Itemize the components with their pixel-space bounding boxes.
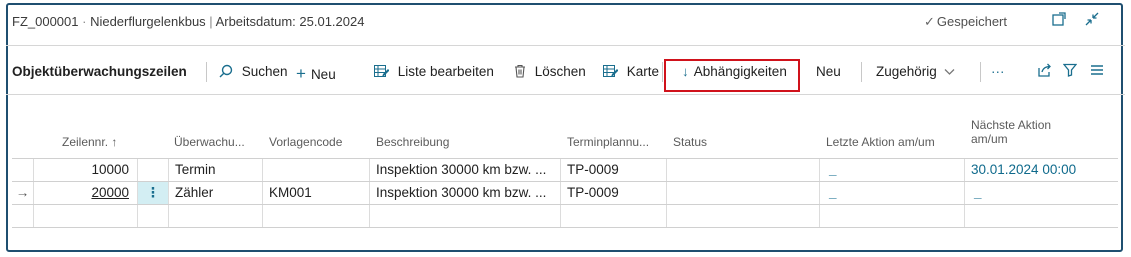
vehicle-name: Niederflurgelenkbus [90,14,206,29]
dependencies-label: Abhängigkeiten [693,64,787,79]
open-new-window-icon[interactable] [1052,12,1066,29]
action-bar: Objektüberwachungszeilen Suchen + Neu Lis… [0,52,1131,92]
monitoring-cell[interactable]: Zähler [169,182,263,204]
line-no-cell[interactable]: 10000 [34,159,138,181]
row-divider [12,227,1118,228]
last-action-cell[interactable]: _ [820,159,965,181]
column-header-last-action[interactable]: Letzte Aktion am/um [826,135,935,149]
column-header-monitoring[interactable]: Überwachu... [174,135,245,149]
search-label: Suchen [241,64,288,79]
filter-icon[interactable] [1062,63,1078,81]
edit-list-button[interactable]: Liste bearbeiten [374,64,494,79]
trash-icon [514,64,530,79]
share-icon[interactable] [1037,63,1052,81]
empty-cell[interactable] [561,205,667,227]
status-cell[interactable] [667,182,820,204]
delete-label: Löschen [534,64,586,79]
card-button[interactable]: Karte [603,64,659,79]
new-secondary-button[interactable]: Neu [816,64,841,79]
workdate-label: Arbeitsdatum: 25.01.2024 [215,14,365,29]
section-title: Objektüberwachungszeilen [12,64,187,79]
edit-list-label: Liste bearbeiten [397,64,494,79]
delete-button[interactable]: Löschen [514,64,586,79]
empty-cell[interactable] [138,205,169,227]
empty-cell[interactable] [169,205,263,227]
empty-cell [12,205,34,227]
checkmark-icon: ✓ [924,14,935,29]
line-no-cell[interactable]: 20000 [34,182,138,204]
collapse-icon[interactable] [1085,12,1099,29]
column-header-line-no[interactable]: Zeilennr. ↑ [62,135,117,149]
column-header-next-action[interactable]: Nächste Aktion am/um [971,118,1051,146]
list-view-icon[interactable] [1090,63,1104,80]
template-cell[interactable]: KM001 [263,182,370,204]
bar-divider [206,62,207,82]
empty-cell[interactable] [820,205,965,227]
saved-status: ✓ Gespeichert [924,14,1007,30]
related-label: Zugehörig [876,64,937,79]
title-pipe: | [205,14,216,29]
bar-divider [980,62,981,82]
description-cell[interactable]: Inspektion 30000 km bzw. ... [370,182,561,204]
search-button[interactable]: Suchen [219,64,288,79]
edit-list-icon [374,64,393,79]
next-action-cell[interactable]: 30.01.2024 00:00 [965,159,1118,181]
last-action-cell[interactable]: _ [820,182,965,204]
column-header-schedule[interactable]: Terminplannu... [567,135,649,149]
empty-cell[interactable] [263,205,370,227]
table-row[interactable]: 10000 Termin Inspektion 30000 km bzw. ..… [12,159,1118,181]
row-marker [12,159,34,181]
related-menu[interactable]: Zugehörig [876,64,955,79]
schedule-cell[interactable]: TP-0009 [561,182,667,204]
next-action-header-line2: am/um [971,132,1008,146]
table-row-empty[interactable] [12,205,1118,227]
actionbar-divider [6,94,1125,95]
table-row[interactable]: → 20000 ⋮ Zähler KM001 Inspektion 30000 … [12,182,1118,204]
page-title: FZ_000001 · Niederflurgelenkbus | Arbeit… [12,14,364,29]
column-header-status[interactable]: Status [673,135,707,149]
dependencies-button[interactable]: ↓ Abhängigkeiten [682,64,787,79]
empty-cell[interactable] [370,205,561,227]
row-actions-menu-icon[interactable]: ⋮ [138,182,169,204]
monitoring-cell[interactable]: Termin [169,159,263,181]
column-header-template[interactable]: Vorlagencode [269,135,342,149]
card-label: Karte [626,64,660,79]
empty-cell[interactable] [667,205,820,227]
title-separator: · [78,14,91,29]
plus-icon: + [296,64,306,83]
new-button[interactable]: + Neu [296,64,336,84]
bar-divider [861,62,862,82]
vehicle-id: FZ_000001 [12,14,79,29]
description-cell[interactable]: Inspektion 30000 km bzw. ... [370,159,561,181]
arrow-down-icon: ↓ [682,64,689,79]
status-cell[interactable] [667,159,820,181]
current-row-arrow-icon: → [12,182,34,204]
template-cell[interactable] [263,159,370,181]
schedule-cell[interactable]: TP-0009 [561,159,667,181]
search-icon [219,64,237,79]
saved-label: Gespeichert [936,14,1007,29]
next-action-header-line1: Nächste Aktion [971,118,1052,132]
line-no-link[interactable]: 20000 [91,185,129,200]
chevron-down-icon [944,64,955,79]
more-options-button[interactable]: ··· [991,64,1005,79]
new-label: Neu [310,67,336,82]
bar-divider [662,62,663,82]
empty-cell[interactable] [965,205,1118,227]
empty-cell[interactable] [34,205,138,227]
card-icon [603,64,622,79]
row-menu-cell[interactable] [138,159,169,181]
header-divider [6,45,1125,46]
column-header-description[interactable]: Beschreibung [376,135,449,149]
next-action-cell[interactable]: _ [965,182,1118,204]
